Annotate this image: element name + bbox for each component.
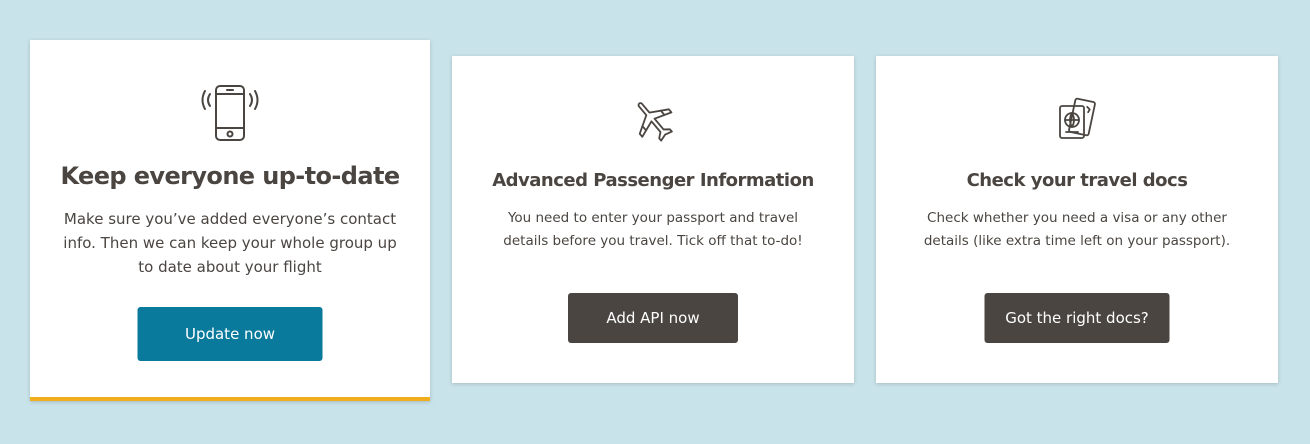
passport-icon [1059, 97, 1096, 139]
airplane-icon [637, 102, 673, 142]
got-the-right-docs-button[interactable]: Got the right docs? [984, 293, 1170, 343]
travel-docs-card: Check your travel docs Check whether you… [876, 56, 1278, 383]
contact-info-card: Keep everyone up-to-date Make sure you’v… [30, 40, 430, 401]
add-api-now-button[interactable]: Add API now [568, 293, 738, 343]
card-title: Keep everyone up-to-date [60, 162, 400, 190]
card-title: Check your travel docs [966, 170, 1188, 191]
card-description: You need to enter your passport and trav… [503, 210, 803, 249]
update-now-button[interactable]: Update now [137, 307, 323, 361]
card-description: Check whether you need a visa or any oth… [923, 210, 1231, 249]
phone-vibrating-icon [201, 85, 259, 141]
card-title: Advanced Passenger Information [492, 170, 814, 191]
api-card: Advanced Passenger Information You need … [452, 56, 854, 383]
card-description: Make sure you’ve added everyone’s contac… [63, 210, 397, 276]
